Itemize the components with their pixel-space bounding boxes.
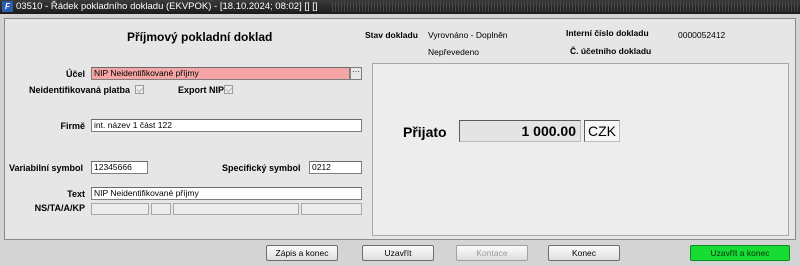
kontace-button[interactable]: Kontace xyxy=(456,245,528,261)
stav-prevodu-value: Nepřevedeno xyxy=(428,47,480,57)
ucetni-doklad-label: Č. účetního dokladu xyxy=(570,46,652,56)
window-titlebar[interactable]: F 03510 - Řádek pokladního dokladu (EKVP… xyxy=(0,0,800,14)
ucel-label: Účel xyxy=(65,69,85,79)
specificky-symbol-label: Specifický symbol xyxy=(222,163,301,173)
form-title: Příjmový pokladní doklad xyxy=(127,30,273,44)
titlebar-grip[interactable] xyxy=(332,2,800,12)
stav-dokladu-value: Vyrovnáno - Doplněn xyxy=(428,30,508,40)
currency-field[interactable]: CZK xyxy=(584,120,620,142)
neidentifikovana-platba-checkbox[interactable] xyxy=(135,85,144,94)
text-field[interactable]: NIP Neidentifikované příjmy xyxy=(91,187,362,200)
prijato-label: Přijato xyxy=(403,124,447,140)
window-title: 03510 - Řádek pokladního dokladu (EKVPOK… xyxy=(16,1,318,12)
app-logo-icon: F xyxy=(2,1,13,12)
zapis-a-konec-button[interactable]: Zápis a konec xyxy=(266,245,338,261)
uzavrit-a-konec-button[interactable]: Uzavřít a konec xyxy=(690,245,790,261)
amount-field[interactable]: 1 000.00 xyxy=(459,120,581,142)
neidentifikovana-platba-label: Neidentifikovaná platba xyxy=(29,85,131,95)
variabilni-symbol-label: Variabilní symbol xyxy=(9,163,84,173)
stav-dokladu-label: Stav dokladu xyxy=(365,30,418,40)
text-label: Text xyxy=(67,189,85,199)
ucel-field[interactable]: NIP Neidentifikované příjmy xyxy=(91,67,350,80)
uzavrit-button[interactable]: Uzavřít xyxy=(362,245,434,261)
a-field[interactable] xyxy=(173,203,299,215)
firme-label: Firmě xyxy=(60,121,85,131)
payment-panel: Přijato 1 000.00 CZK xyxy=(372,63,789,236)
specificky-symbol-field[interactable]: 0212 xyxy=(309,161,362,174)
interni-cislo-value: 0000052412 xyxy=(678,30,726,40)
kp-field[interactable] xyxy=(301,203,362,215)
interni-cislo-label: Interní číslo dokladu xyxy=(566,28,649,38)
firme-field[interactable]: int. název 1 část 122 xyxy=(91,119,362,132)
ns-ta-label: NS/TA/A/KP xyxy=(34,203,85,213)
variabilni-symbol-field[interactable]: 12345666 xyxy=(91,161,148,174)
form-window: Příjmový pokladní doklad Stav dokladu Vy… xyxy=(4,18,796,240)
ns-field[interactable] xyxy=(91,203,149,215)
export-nip-label: Export NIP xyxy=(178,85,225,95)
konec-button[interactable]: Konec xyxy=(548,245,620,261)
ta-field[interactable] xyxy=(151,203,171,215)
ellipsis-icon[interactable]: ··· xyxy=(350,67,362,80)
export-nip-checkbox[interactable] xyxy=(224,85,233,94)
